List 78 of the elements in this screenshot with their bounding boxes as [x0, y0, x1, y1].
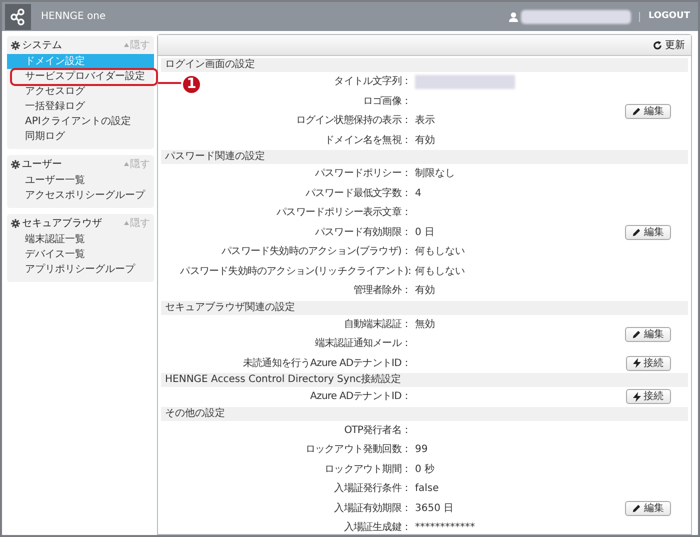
- section-header: パスワード関連の設定: [161, 150, 688, 164]
- sidebar-group-title: セキュアブラウザ: [22, 216, 102, 230]
- edit-button[interactable]: 編集: [625, 500, 671, 516]
- field-value: 3650 日: [415, 502, 454, 516]
- refresh-icon: [653, 40, 662, 50]
- pencil-icon: [632, 106, 641, 116]
- sidebar-item[interactable]: APIクライアントの設定: [7, 114, 154, 129]
- lightning-icon: [632, 358, 640, 368]
- field-label: 入場証生成鍵：: [344, 520, 411, 535]
- section-header: ログイン画面の設定: [161, 58, 688, 72]
- field-label: ロックアウト発動回数：: [305, 443, 411, 458]
- field-label: 未読通知を行うAzure ADテナントID：: [242, 356, 411, 371]
- pencil-icon: [632, 504, 641, 513]
- annotation-leader-line: [158, 82, 182, 84]
- gear-icon: [11, 160, 20, 168]
- field-label: 端末認証通知メール：: [314, 336, 411, 352]
- connect-button[interactable]: 接続: [626, 389, 670, 404]
- sidebar-group-title: ユーザー: [22, 158, 62, 172]
- caret-up-icon: [124, 221, 129, 225]
- field-value: 99: [415, 443, 428, 458]
- pencil-icon: [632, 330, 641, 338]
- field-label: パスワードポリシー表示文章：: [276, 206, 411, 220]
- field-label: パスワード失効時のアクション(リッチクライアント):: [180, 264, 411, 279]
- user-icon: [509, 12, 518, 22]
- refresh-button[interactable]: 更新: [653, 38, 685, 52]
- gear-icon: [11, 218, 20, 228]
- field-value: 制限なし: [415, 166, 455, 182]
- section-header: セキュアブラウザ関連の設定: [161, 300, 688, 314]
- field-value: 何もしない: [415, 245, 465, 260]
- app-name: HENNGE one: [41, 10, 106, 24]
- edit-button[interactable]: 編集: [625, 326, 671, 342]
- field-label: パスワード有効期限：: [314, 226, 411, 240]
- field-label: パスワード失効時のアクション(ブラウザ)：: [222, 244, 411, 260]
- field-label: ドメイン名を無視：: [324, 134, 411, 148]
- sidebar-item[interactable]: ユーザー一覧: [7, 173, 154, 188]
- section-header: HENNGE Access Control Directory Sync接続設定: [161, 373, 688, 387]
- sidebar-item[interactable]: デバイス一覧: [7, 247, 154, 262]
- sidebar-item[interactable]: 同期ログ: [7, 129, 154, 144]
- field-label: ロゴ画像：: [362, 94, 411, 109]
- field-value: 0 日: [415, 226, 435, 240]
- field-label: ロックアウト期間：: [324, 462, 411, 477]
- connect-button[interactable]: 接続: [626, 356, 670, 371]
- field-label: OTP発行者名：: [344, 424, 411, 438]
- field-value: 4: [415, 186, 422, 201]
- field-label: Azure ADテナントID：: [310, 390, 411, 404]
- caret-up-icon: [124, 162, 129, 166]
- lightning-icon: [632, 392, 640, 402]
- field-value: 表示: [415, 114, 435, 128]
- sidebar-item[interactable]: サービスプロバイダー設定: [7, 69, 154, 84]
- field-value: 0 秒: [415, 462, 435, 477]
- field-value: 無効: [415, 318, 435, 332]
- edit-button[interactable]: 編集: [625, 104, 671, 118]
- field-value: false: [415, 482, 439, 496]
- annotation-number-badge: 1: [181, 74, 202, 95]
- sidebar-item[interactable]: アプリポリシーグループ: [7, 262, 154, 277]
- sidebar-item[interactable]: 端末認証一覧: [7, 232, 154, 247]
- field-label: パスワード最低文字数：: [305, 186, 411, 201]
- sidebar-item[interactable]: 一括登録ログ: [7, 99, 154, 114]
- field-label: ログイン状態保持の表示：: [296, 114, 411, 128]
- section-header: その他の設定: [161, 406, 688, 420]
- field-value: 何もしない: [415, 264, 465, 279]
- sidebar-group-title: システム: [22, 38, 62, 52]
- field-label: パスワードポリシー：: [314, 167, 411, 182]
- field-label: 管理者除外：: [353, 284, 411, 298]
- caret-up-icon: [124, 43, 129, 47]
- gear-icon: [11, 40, 20, 50]
- field-label: タイトル文字列：: [334, 74, 411, 90]
- sidebar-item[interactable]: アクセスログ: [7, 84, 154, 99]
- field-value: ************: [415, 521, 475, 535]
- field-label: 入場証発行条件：: [334, 482, 411, 496]
- field-value: 有効: [415, 284, 435, 298]
- sidebar-item[interactable]: アクセスポリシーグループ: [7, 188, 154, 203]
- field-label: 入場証有効期限：: [334, 502, 411, 516]
- field-value: 有効: [415, 134, 435, 148]
- edit-button[interactable]: 編集: [625, 224, 671, 240]
- pencil-icon: [632, 228, 641, 237]
- logo-icon: [5, 4, 31, 30]
- field-label: 自動端末認証：: [344, 318, 411, 332]
